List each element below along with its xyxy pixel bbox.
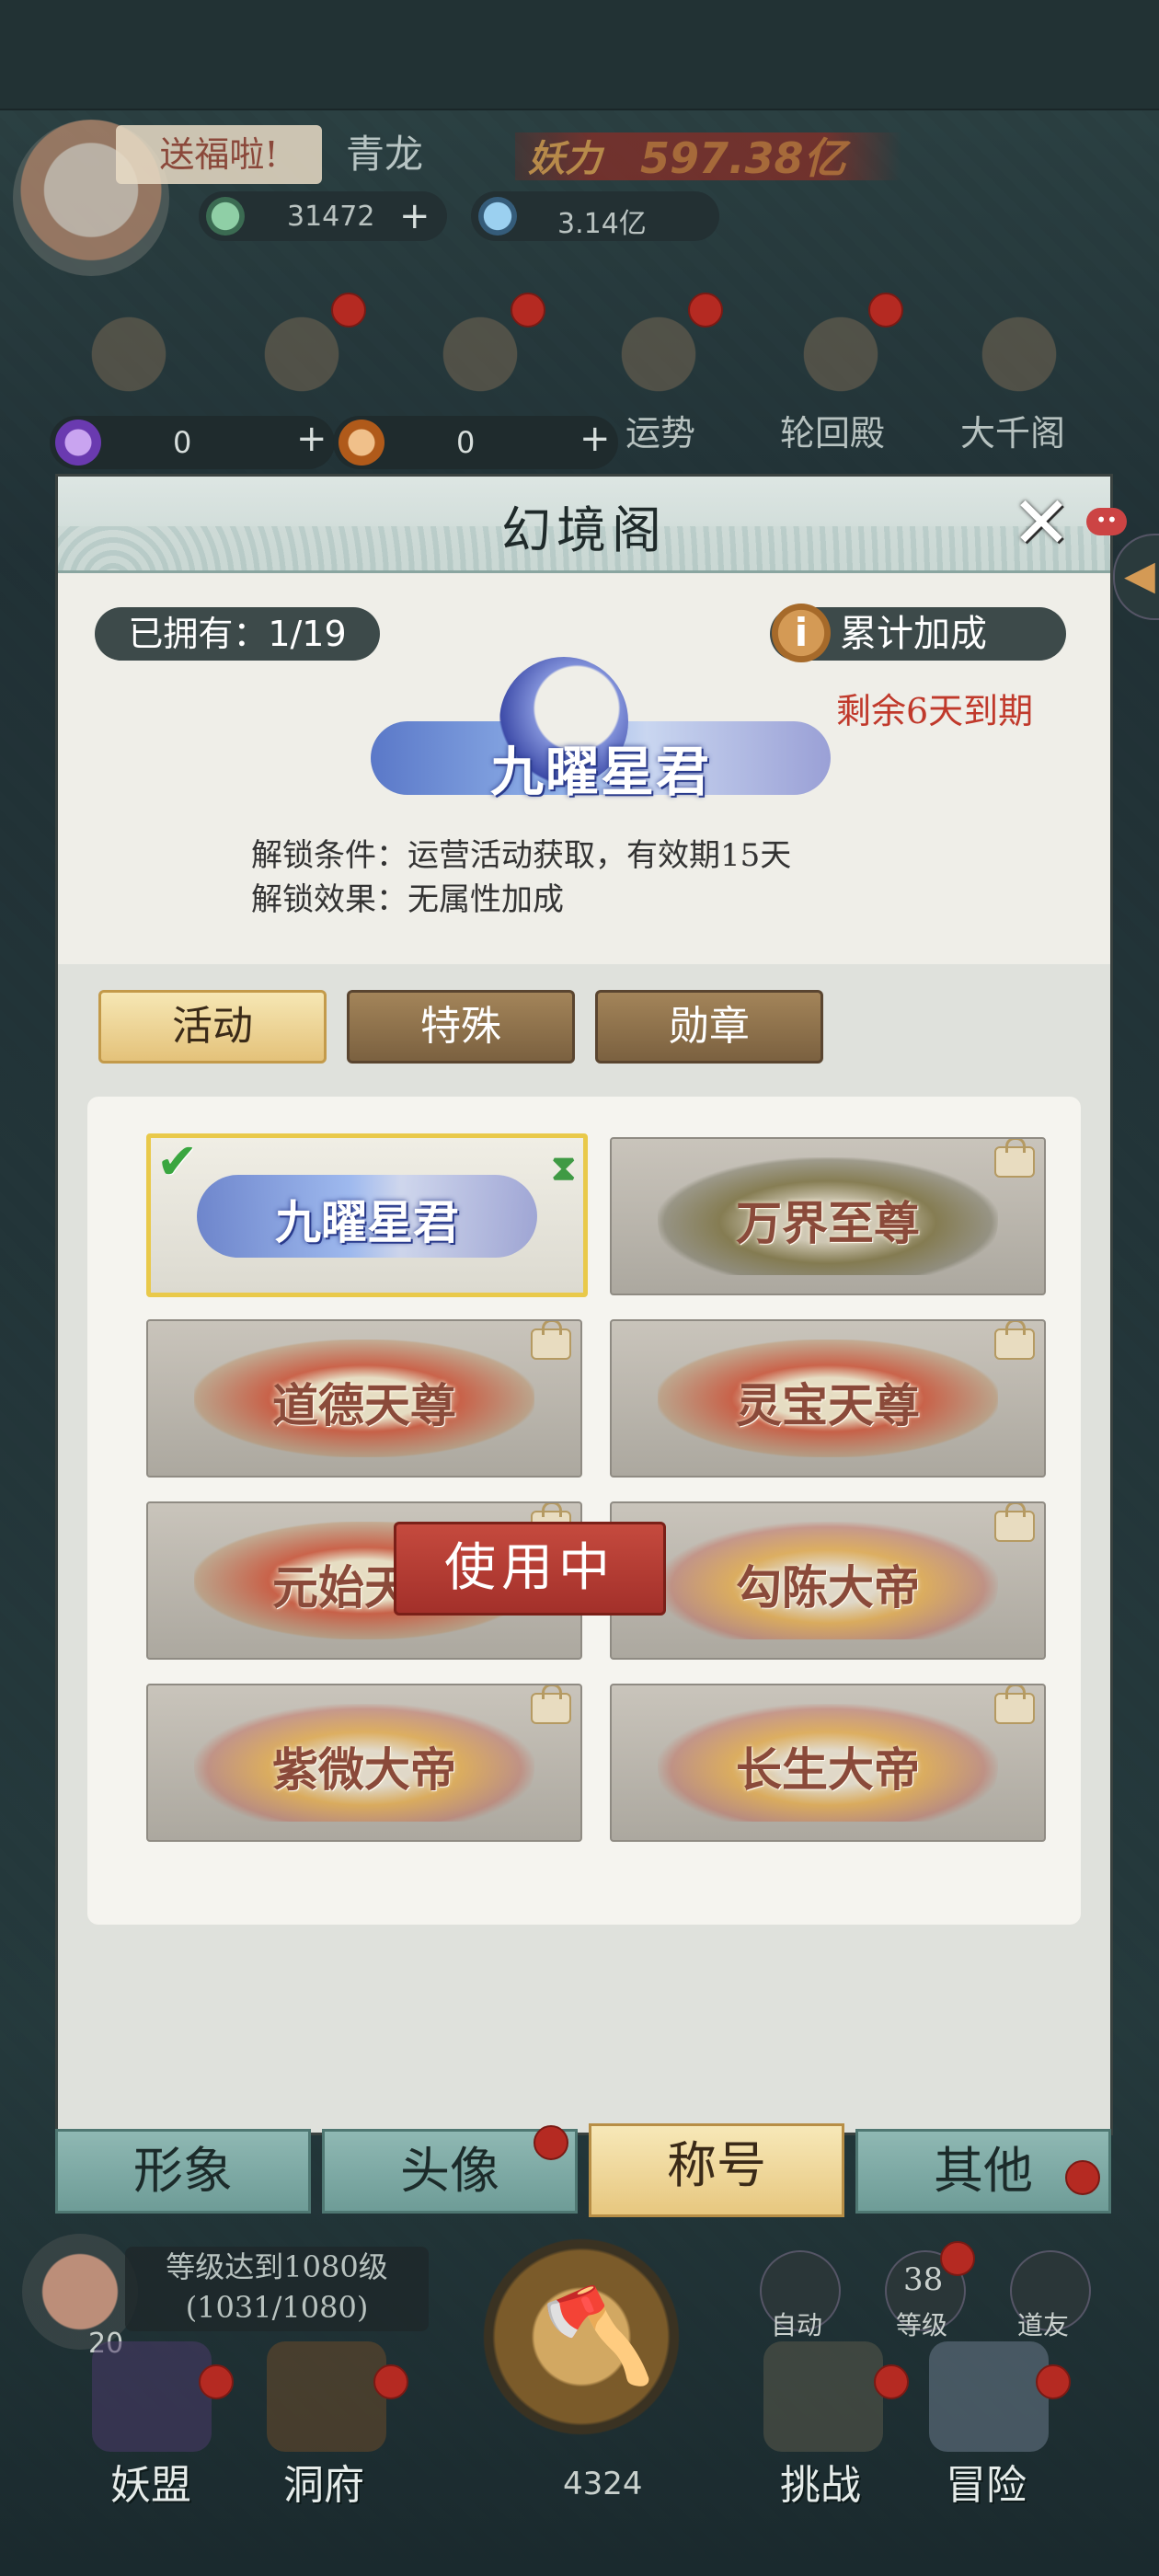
title-card-name: 道德天尊 xyxy=(272,1378,456,1432)
title-card-name: 紫微大帝 xyxy=(272,1742,456,1797)
notification-dot xyxy=(874,2364,909,2399)
challenge-icon[interactable] xyxy=(763,2341,883,2452)
crystal-icon xyxy=(478,197,517,236)
cumulative-bonus-button[interactable]: i 累计加成 xyxy=(770,604,1066,662)
title-card-selected[interactable]: 九曜星君 ✔ ⧗ xyxy=(146,1133,588,1297)
main-action-value: 4324 xyxy=(563,2466,643,2502)
expire-text: 剩余6天到期 xyxy=(836,691,1034,731)
cave-icon[interactable] xyxy=(267,2341,386,2452)
nav-challenge[interactable]: 挑战 xyxy=(780,2452,861,2511)
orange-token-pill: 0 + xyxy=(333,416,618,469)
notification-dot xyxy=(331,293,366,328)
purple-token-value: 0 xyxy=(173,425,192,460)
title-card-name: 灵宝天尊 xyxy=(736,1378,920,1432)
orange-orb-icon xyxy=(339,420,384,466)
player-name: 青龙 xyxy=(346,132,424,177)
currency-crystal-pill: 3.14亿 xyxy=(471,191,719,241)
checkmark-icon: ✔ xyxy=(156,1133,199,1190)
featured-title-name: 九曜星君 xyxy=(489,741,711,803)
level-number: 38 xyxy=(903,2261,944,2298)
axe-icon: 🪓 xyxy=(541,2282,656,2389)
owned-count: 已拥有：1/19 xyxy=(95,607,380,661)
more-indicator-icon: •• xyxy=(1086,508,1127,535)
cumulative-bonus-label: 累计加成 xyxy=(840,613,987,655)
nav-alliance[interactable]: 妖盟 xyxy=(110,2452,191,2511)
title-grid: 九曜星君 ✔ ⧗ 万界至尊 道德天尊 灵宝天尊 元始天尊 勾陈大帝 紫微大帝 长… xyxy=(87,1097,1081,1925)
lock-icon xyxy=(994,1503,1035,1542)
adventure-icon[interactable] xyxy=(929,2341,1049,2452)
currency-jade-value: 31472 xyxy=(287,201,375,233)
title-card[interactable]: 勾陈大帝 xyxy=(610,1501,1046,1660)
lock-icon xyxy=(994,1321,1035,1360)
auto-label: 自动 xyxy=(771,2310,823,2340)
lock-icon xyxy=(531,1321,571,1360)
grand-pavilion-label: 大千阁 xyxy=(960,413,1066,454)
tab-appearance[interactable]: 形象 xyxy=(55,2129,311,2214)
notification-dot xyxy=(940,2241,975,2276)
title-card[interactable]: 道德天尊 xyxy=(146,1319,582,1478)
unlock-info: 解锁条件：运营活动获取，有效期15天 解锁效果：无属性加成 xyxy=(251,834,791,922)
featured-title-badge: 九曜星君 xyxy=(371,657,831,804)
notification-dot xyxy=(199,2364,234,2399)
tab-special[interactable]: 特殊 xyxy=(347,990,575,1064)
currency-crystal-value: 3.14亿 xyxy=(557,208,647,240)
reincarnation-hall-label: 轮回殿 xyxy=(780,413,886,454)
currency-jade-plus-button[interactable]: + xyxy=(399,195,430,237)
notification-dot xyxy=(868,293,903,328)
info-icon: i xyxy=(772,604,831,662)
level-label: 等级 xyxy=(896,2310,948,2340)
title-card-name: 九曜星君 xyxy=(275,1195,459,1249)
title-card[interactable]: 灵宝天尊 xyxy=(610,1319,1046,1478)
title-card[interactable]: 万界至尊 xyxy=(610,1137,1046,1295)
unlock-effect: 解锁效果：无属性加成 xyxy=(251,881,564,918)
purple-token-pill: 0 + xyxy=(50,416,335,469)
gift-tag[interactable]: 送福啦! xyxy=(116,125,322,184)
orange-token-plus-button[interactable]: + xyxy=(580,418,611,460)
dialog-title: 幻境阁 xyxy=(501,501,667,559)
grand-pavilion-icon[interactable] xyxy=(964,294,1074,414)
level-quest-progress: (1031/1080) xyxy=(185,2290,369,2325)
chevron-left-icon: ◀ xyxy=(1124,552,1155,599)
fortune-label: 运势 xyxy=(625,413,696,454)
notification-dot xyxy=(534,2125,568,2160)
power-value: 597.38亿 xyxy=(640,133,846,183)
tab-title[interactable]: 称号 xyxy=(589,2123,844,2217)
alliance-icon[interactable] xyxy=(92,2341,212,2452)
lock-icon xyxy=(531,1685,571,1724)
status-bar xyxy=(0,0,1159,110)
title-pavilion-dialog: 幻境阁 ✕ •• 已拥有：1/19 i 累计加成 剩余6天到期 九曜星君 解锁条… xyxy=(55,474,1127,2135)
notification-dot xyxy=(688,293,723,328)
jade-coin-icon xyxy=(206,197,245,236)
hourglass-icon: ⧗ xyxy=(551,1147,576,1188)
lock-icon xyxy=(994,1685,1035,1724)
bottom-category-tabs: 形象 头像 称号 其他 xyxy=(55,2123,1111,2217)
nav-cave[interactable]: 洞府 xyxy=(283,2452,364,2511)
unlock-condition: 解锁条件：运营活动获取，有效期15天 xyxy=(251,837,792,874)
notification-dot xyxy=(511,293,545,328)
dialog-header: 幻境阁 ✕ xyxy=(58,477,1110,573)
in-use-button[interactable]: 使用中 xyxy=(394,1522,666,1616)
close-button[interactable]: ✕ xyxy=(1005,488,1077,559)
friend-label: 道友 xyxy=(1017,2310,1070,2340)
notification-dot xyxy=(1036,2364,1071,2399)
currency-jade-pill: 31472 + xyxy=(199,191,447,241)
orange-token-value: 0 xyxy=(456,425,476,460)
title-card[interactable]: 紫微大帝 xyxy=(146,1684,582,1842)
notification-dot xyxy=(373,2364,408,2399)
purple-orb-icon xyxy=(55,420,101,466)
title-card[interactable]: 长生大帝 xyxy=(610,1684,1046,1842)
purple-token-plus-button[interactable]: + xyxy=(296,418,327,460)
level-quest[interactable]: 等级达到1080级 (1031/1080) xyxy=(125,2247,429,2331)
lock-icon xyxy=(994,1139,1035,1178)
title-card-name: 勾陈大帝 xyxy=(736,1560,920,1615)
title-card-name: 万界至尊 xyxy=(736,1196,920,1250)
title-card-name: 长生大帝 xyxy=(736,1742,920,1797)
power-label: 妖力 xyxy=(528,138,602,180)
nav-adventure[interactable]: 冒险 xyxy=(946,2452,1027,2511)
top-icon-1[interactable] xyxy=(74,294,184,414)
notification-dot xyxy=(1065,2160,1100,2195)
level-quest-text: 等级达到1080级 xyxy=(166,2249,388,2284)
tab-medal[interactable]: 勋章 xyxy=(595,990,823,1064)
tab-activity[interactable]: 活动 xyxy=(98,990,327,1064)
